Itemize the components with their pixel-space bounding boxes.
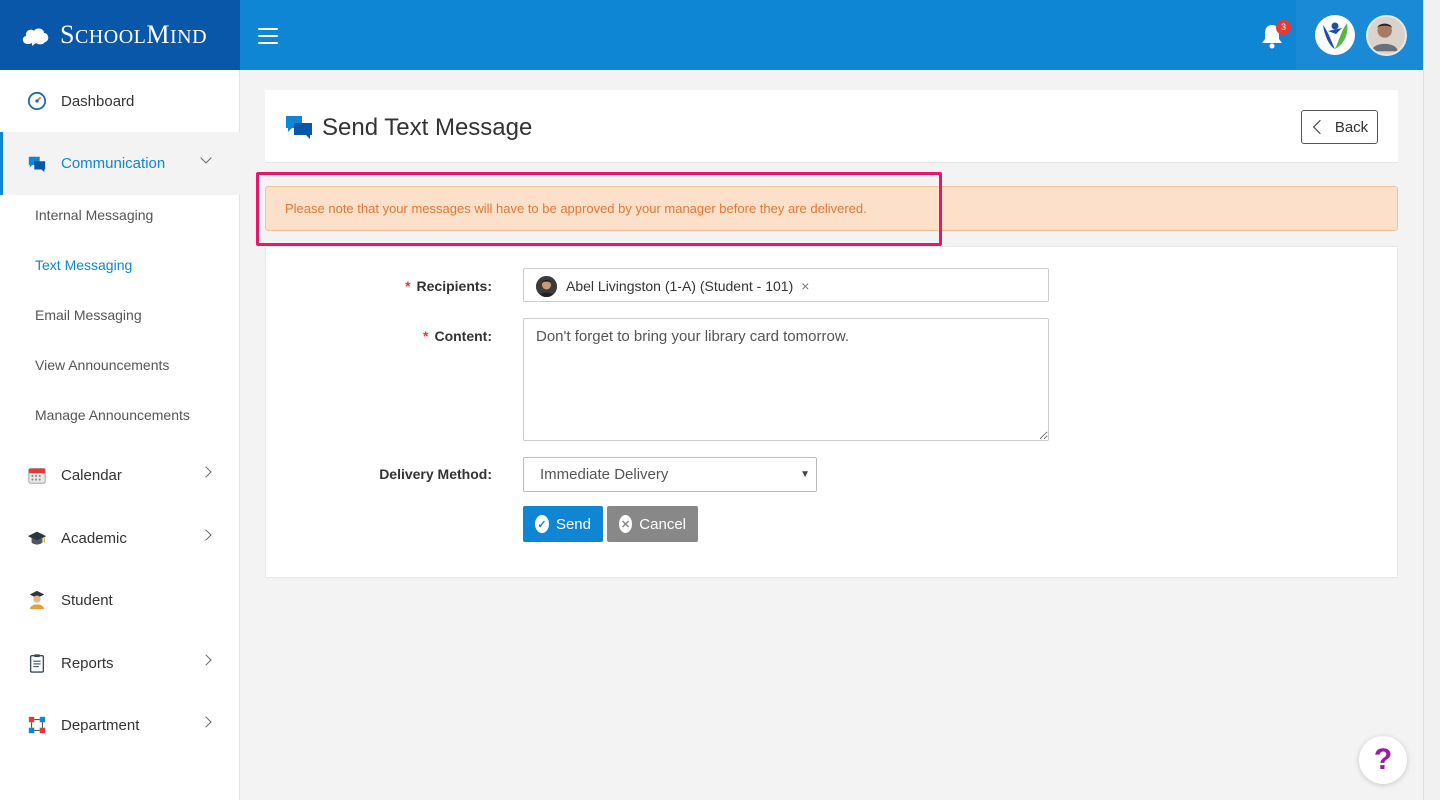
sidebar-item-department[interactable]: Department <box>0 694 240 756</box>
chevron-right-icon <box>200 654 212 666</box>
recipient-avatar <box>536 275 557 297</box>
sidebar-subitem-manage-announcements[interactable]: Manage Announcements <box>35 407 190 423</box>
sidebar-subitem-text-messaging[interactable]: Text Messaging <box>35 257 132 273</box>
chevron-right-icon <box>200 716 212 728</box>
dropdown-caret-icon: ▼ <box>800 469 810 480</box>
menu-toggle-icon[interactable] <box>258 28 278 44</box>
sidebar-item-communication[interactable]: Communication <box>0 132 240 195</box>
delivery-method-select[interactable]: Immediate Delivery ▼ <box>523 457 817 492</box>
dashboard-gauge-icon <box>26 90 48 112</box>
organization-logo[interactable] <box>1315 15 1355 55</box>
chevron-right-icon <box>200 529 212 541</box>
sidebar-subitem-internal-messaging[interactable]: Internal Messaging <box>35 207 153 223</box>
chat-bubbles-icon <box>26 153 48 175</box>
recipients-label: * Recipients: <box>405 278 492 294</box>
sidebar-item-dashboard[interactable]: Dashboard <box>0 70 240 132</box>
calendar-icon <box>26 464 48 486</box>
graduation-cap-icon <box>26 527 48 549</box>
help-button[interactable]: ? <box>1359 736 1407 784</box>
content-textarea[interactable]: Don't forget to bring your library card … <box>523 318 1049 441</box>
sidebar-item-calendar[interactable]: Calendar <box>0 444 240 506</box>
sidebar-item-academic[interactable]: Academic <box>0 507 240 569</box>
department-network-icon <box>26 714 48 736</box>
sidebar-item-student[interactable]: Student <box>0 569 240 631</box>
sidebar-item-reports[interactable]: Reports <box>0 632 240 694</box>
content-label: * Content: <box>423 328 492 344</box>
sidebar-subitem-view-announcements[interactable]: View Announcements <box>35 357 169 373</box>
chevron-right-icon <box>200 466 212 478</box>
clipboard-report-icon <box>26 652 48 674</box>
brand-name: SCHOOLMIND <box>60 20 208 49</box>
page-header: Send Text Message Back <box>265 90 1398 163</box>
sidebar-subitem-email-messaging[interactable]: Email Messaging <box>35 307 142 323</box>
recipient-chip: Abel Livingston (1-A) (Student - 101) × <box>536 275 809 297</box>
approval-notice-alert: Please note that your messages will have… <box>265 186 1398 231</box>
page-scrollbar[interactable] <box>1423 0 1440 800</box>
delivery-method-label: Delivery Method: <box>379 466 492 482</box>
chevron-down-icon <box>200 152 212 164</box>
user-avatar[interactable] <box>1366 15 1407 56</box>
chevron-left-icon <box>1312 119 1327 135</box>
page-title: Send Text Message <box>322 114 533 141</box>
send-message-form: * Recipients: Abel Livingston (1-A) (Stud… <box>265 246 1398 578</box>
check-circle-icon: ✓ <box>535 515 549 533</box>
cancel-button[interactable]: ✕ Cancel <box>607 506 698 542</box>
back-button[interactable]: Back <box>1301 110 1378 144</box>
student-icon <box>26 589 48 611</box>
brand-logo[interactable]: SCHOOLMIND <box>0 0 240 70</box>
notification-badge: 3 <box>1276 20 1291 35</box>
send-button[interactable]: ✓ Send <box>523 506 603 542</box>
recipients-input[interactable]: Abel Livingston (1-A) (Student - 101) × <box>523 268 1049 302</box>
close-circle-icon: ✕ <box>619 515 633 533</box>
sidebar: Dashboard Communication Internal Messagi… <box>0 70 240 800</box>
chat-bubbles-icon <box>285 114 313 140</box>
remove-recipient-icon[interactable]: × <box>801 278 809 294</box>
brain-cloud-icon <box>20 24 50 46</box>
